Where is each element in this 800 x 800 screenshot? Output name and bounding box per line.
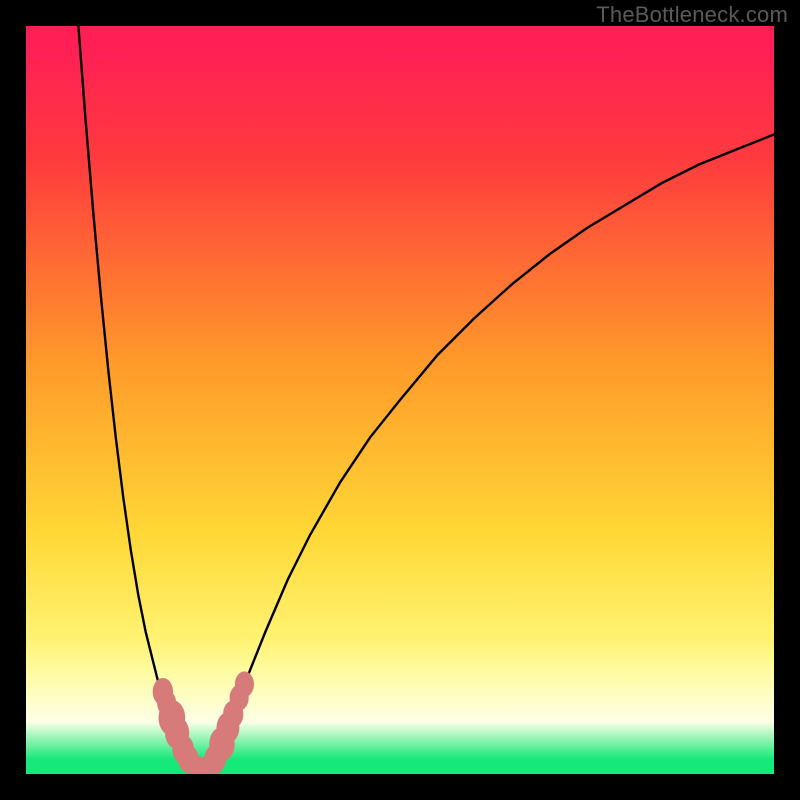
bottleneck-curve xyxy=(26,26,774,774)
data-marker xyxy=(235,671,254,697)
outer-frame: TheBottleneck.com xyxy=(0,0,800,800)
watermark-text: TheBottleneck.com xyxy=(596,2,788,28)
curve-left-branch xyxy=(78,26,198,770)
curve-markers xyxy=(153,671,254,774)
curve-right-branch xyxy=(206,134,774,770)
plot-area xyxy=(26,26,774,774)
